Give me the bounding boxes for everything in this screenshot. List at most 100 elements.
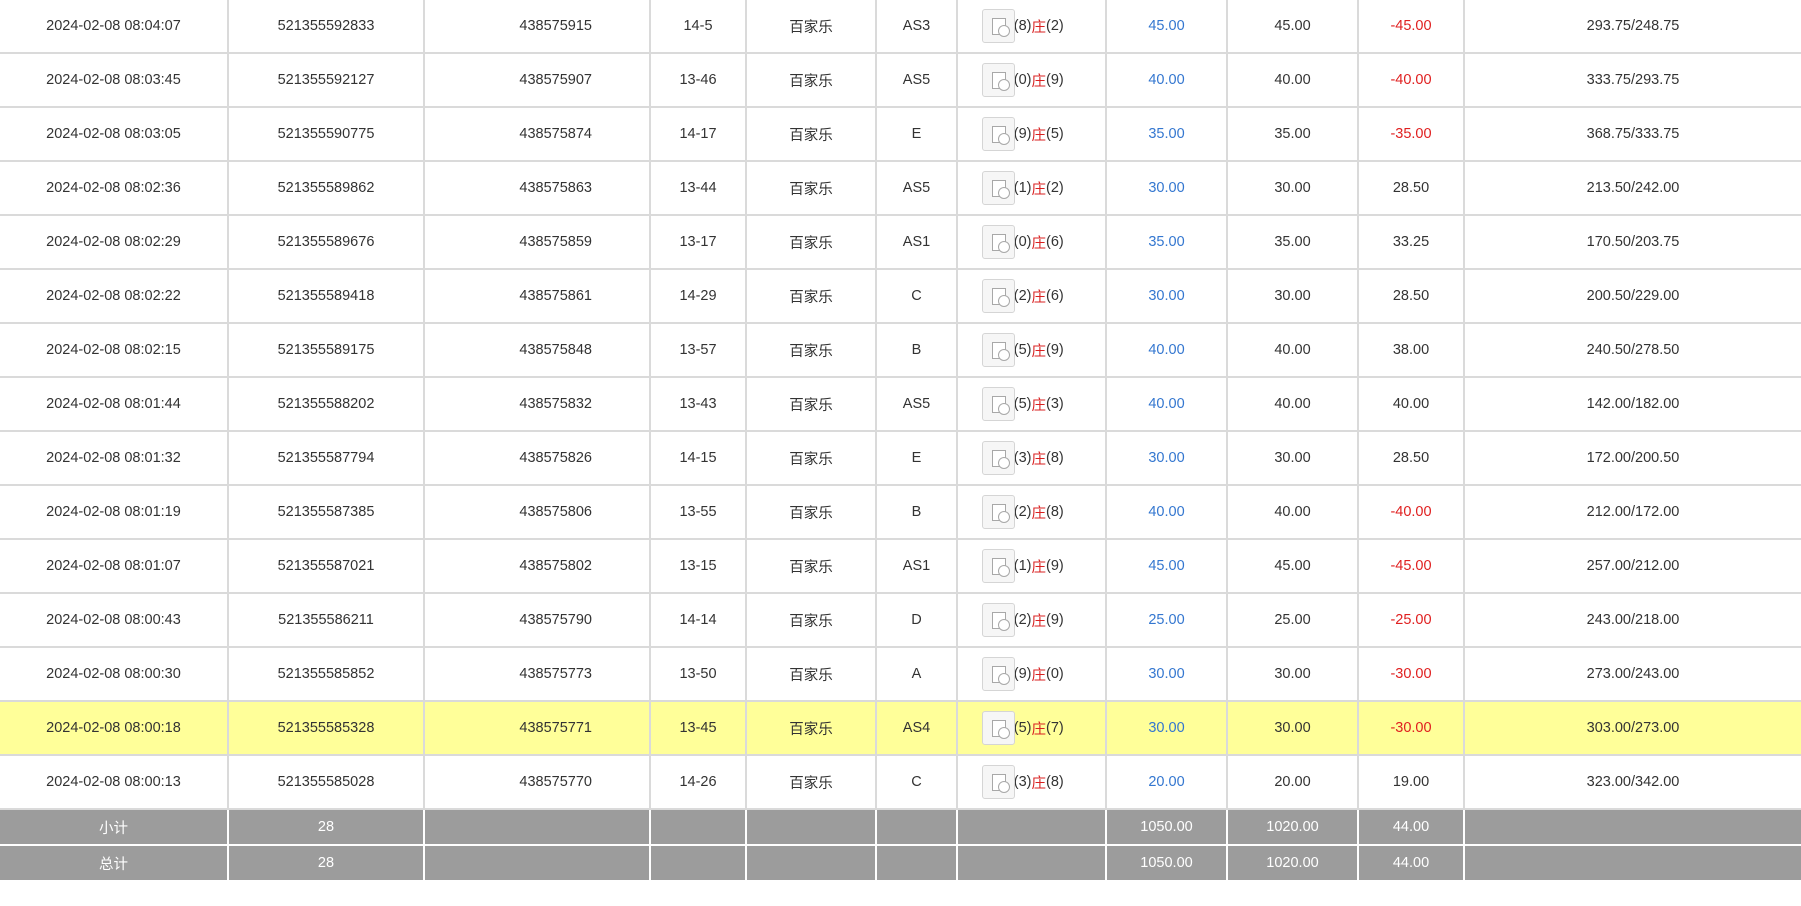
bet-time: 2024-02-08 08:02:15 — [0, 324, 229, 376]
video-replay-icon[interactable] — [982, 765, 1015, 799]
table-row[interactable]: 2024-02-08 08:00:30 521355585852 438575773… — [0, 648, 1801, 702]
video-replay-icon[interactable] — [982, 333, 1015, 367]
table-row[interactable]: 2024-02-08 08:01:07 521355587021 438575802… — [0, 540, 1801, 594]
round-cell: 438575861 — [425, 270, 1015, 322]
balance-before-after: 243.00/218.00 — [1586, 612, 1680, 628]
win-loss-amount: -25.00 — [1359, 594, 1465, 646]
shoe-code: AS5 — [877, 378, 958, 430]
win-loss-amount: 33.25 — [1359, 216, 1465, 268]
order-number: 521355585028 — [229, 756, 425, 808]
table-row[interactable]: 2024-02-08 08:00:18 521355585328 438575771… — [0, 702, 1801, 756]
table-row[interactable]: 2024-02-08 08:01:19 521355587385 438575806… — [0, 486, 1801, 540]
order-number: 521355592127 — [229, 54, 425, 106]
total-bet: 1050.00 — [1107, 846, 1228, 880]
game-type: 百家乐 — [747, 594, 877, 646]
order-number: 521355589862 — [229, 162, 425, 214]
player-points: 9 — [1018, 666, 1027, 682]
table-row[interactable]: 2024-02-08 08:03:45 521355592127 438575907… — [0, 54, 1801, 108]
table-number: 13-17 — [651, 216, 747, 268]
table-number: 13-50 — [651, 648, 747, 700]
table-number: 13-55 — [651, 486, 747, 538]
video-replay-icon[interactable] — [982, 63, 1015, 97]
video-replay-icon[interactable] — [982, 117, 1015, 151]
game-type: 百家乐 — [747, 324, 877, 376]
shoe-code: E — [877, 432, 958, 484]
round-number: 438575874 — [519, 126, 592, 142]
video-replay-icon[interactable] — [982, 279, 1015, 313]
table-row[interactable]: 2024-02-08 08:04:07 521355592833 438575915… — [0, 0, 1801, 54]
round-cell: 438575863 — [425, 162, 1015, 214]
banker-label: 庄 — [1031, 235, 1047, 252]
bet-amount: 45.00 — [1107, 540, 1228, 592]
valid-bet-amount: 30.00 — [1228, 702, 1359, 754]
valid-bet-amount: 25.00 — [1228, 594, 1359, 646]
balance-before-after: 273.00/243.00 — [1586, 666, 1680, 682]
balance-before-after: 213.50/242.00 — [1586, 180, 1680, 196]
video-replay-icon[interactable] — [982, 9, 1015, 43]
balance-before-after: 172.00/200.50 — [1586, 450, 1680, 466]
table-row[interactable]: 2024-02-08 08:02:36 521355589862 438575863… — [0, 162, 1801, 216]
win-loss-amount: 28.50 — [1359, 162, 1465, 214]
banker-label: 庄 — [1031, 451, 1047, 468]
order-number: 521355590775 — [229, 108, 425, 160]
round-cell: 438575907 — [425, 54, 1015, 106]
game-result: 闲(5) 庄(3) — [958, 378, 1107, 430]
player-points: 5 — [1018, 720, 1027, 736]
banker-points: 8 — [1050, 450, 1059, 466]
banker-label: 庄 — [1031, 505, 1047, 522]
total-empty-game — [747, 846, 877, 880]
bet-amount: 30.00 — [1107, 270, 1228, 322]
table-row[interactable]: 2024-02-08 08:03:05 521355590775 438575874… — [0, 108, 1801, 162]
game-result: 闲(3) 庄(8) — [958, 756, 1107, 808]
bet-time: 2024-02-08 08:00:13 — [0, 756, 229, 808]
order-number: 521355589676 — [229, 216, 425, 268]
game-type: 百家乐 — [747, 108, 877, 160]
table-row[interactable]: 2024-02-08 08:00:13 521355585028 438575770… — [0, 756, 1801, 810]
total-empty-balance — [1465, 846, 1801, 880]
table-row[interactable]: 2024-02-08 08:00:43 521355586211 438575790… — [0, 594, 1801, 648]
subtotal-empty-result — [958, 810, 1107, 844]
player-points: 5 — [1018, 342, 1027, 358]
video-replay-icon[interactable] — [982, 549, 1015, 583]
table-row[interactable]: 2024-02-08 08:01:44 521355588202 438575832… — [0, 378, 1801, 432]
round-number: 438575915 — [519, 18, 592, 34]
table-row[interactable]: 2024-02-08 08:02:15 521355589175 438575848… — [0, 324, 1801, 378]
round-number: 438575859 — [519, 234, 592, 250]
balance-before-after: 257.00/212.00 — [1586, 558, 1680, 574]
table-row[interactable]: 2024-02-08 08:02:29 521355589676 438575859… — [0, 216, 1801, 270]
balance-before-after: 142.00/182.00 — [1586, 396, 1680, 412]
video-replay-icon[interactable] — [982, 225, 1015, 259]
player-points: 2 — [1018, 288, 1027, 304]
round-cell: 438575874 — [425, 108, 1015, 160]
banker-label: 庄 — [1031, 289, 1047, 306]
video-replay-icon[interactable] — [982, 387, 1015, 421]
table-number: 14-29 — [651, 270, 747, 322]
game-result: 闲(3) 庄(8) — [958, 432, 1107, 484]
total-empty-result — [958, 846, 1107, 880]
win-loss-amount: 40.00 — [1359, 378, 1465, 430]
game-result: 闲(2) 庄(9) — [958, 594, 1107, 646]
valid-bet-amount: 45.00 — [1228, 540, 1359, 592]
round-number: 438575826 — [519, 450, 592, 466]
video-replay-icon[interactable] — [982, 603, 1015, 637]
video-replay-icon[interactable] — [982, 495, 1015, 529]
subtotal-empty-shoe — [877, 810, 958, 844]
video-replay-icon[interactable] — [982, 657, 1015, 691]
table-row[interactable]: 2024-02-08 08:01:32 521355587794 438575826… — [0, 432, 1801, 486]
table-number: 14-14 — [651, 594, 747, 646]
video-replay-icon[interactable] — [982, 711, 1015, 745]
round-cell: 438575826 — [425, 432, 1015, 484]
bet-amount: 25.00 — [1107, 594, 1228, 646]
game-result: 闲(9) 庄(0) — [958, 648, 1107, 700]
bet-amount: 30.00 — [1107, 432, 1228, 484]
video-replay-icon[interactable] — [982, 171, 1015, 205]
shoe-code: AS5 — [877, 162, 958, 214]
total-empty-shoe — [877, 846, 958, 880]
round-number: 438575790 — [519, 612, 592, 628]
game-type: 百家乐 — [747, 540, 877, 592]
video-replay-icon[interactable] — [982, 441, 1015, 475]
game-result: 闲(0) 庄(6) — [958, 216, 1107, 268]
shoe-code: AS3 — [877, 0, 958, 52]
table-row[interactable]: 2024-02-08 08:02:22 521355589418 438575861… — [0, 270, 1801, 324]
win-loss-amount: 28.50 — [1359, 432, 1465, 484]
